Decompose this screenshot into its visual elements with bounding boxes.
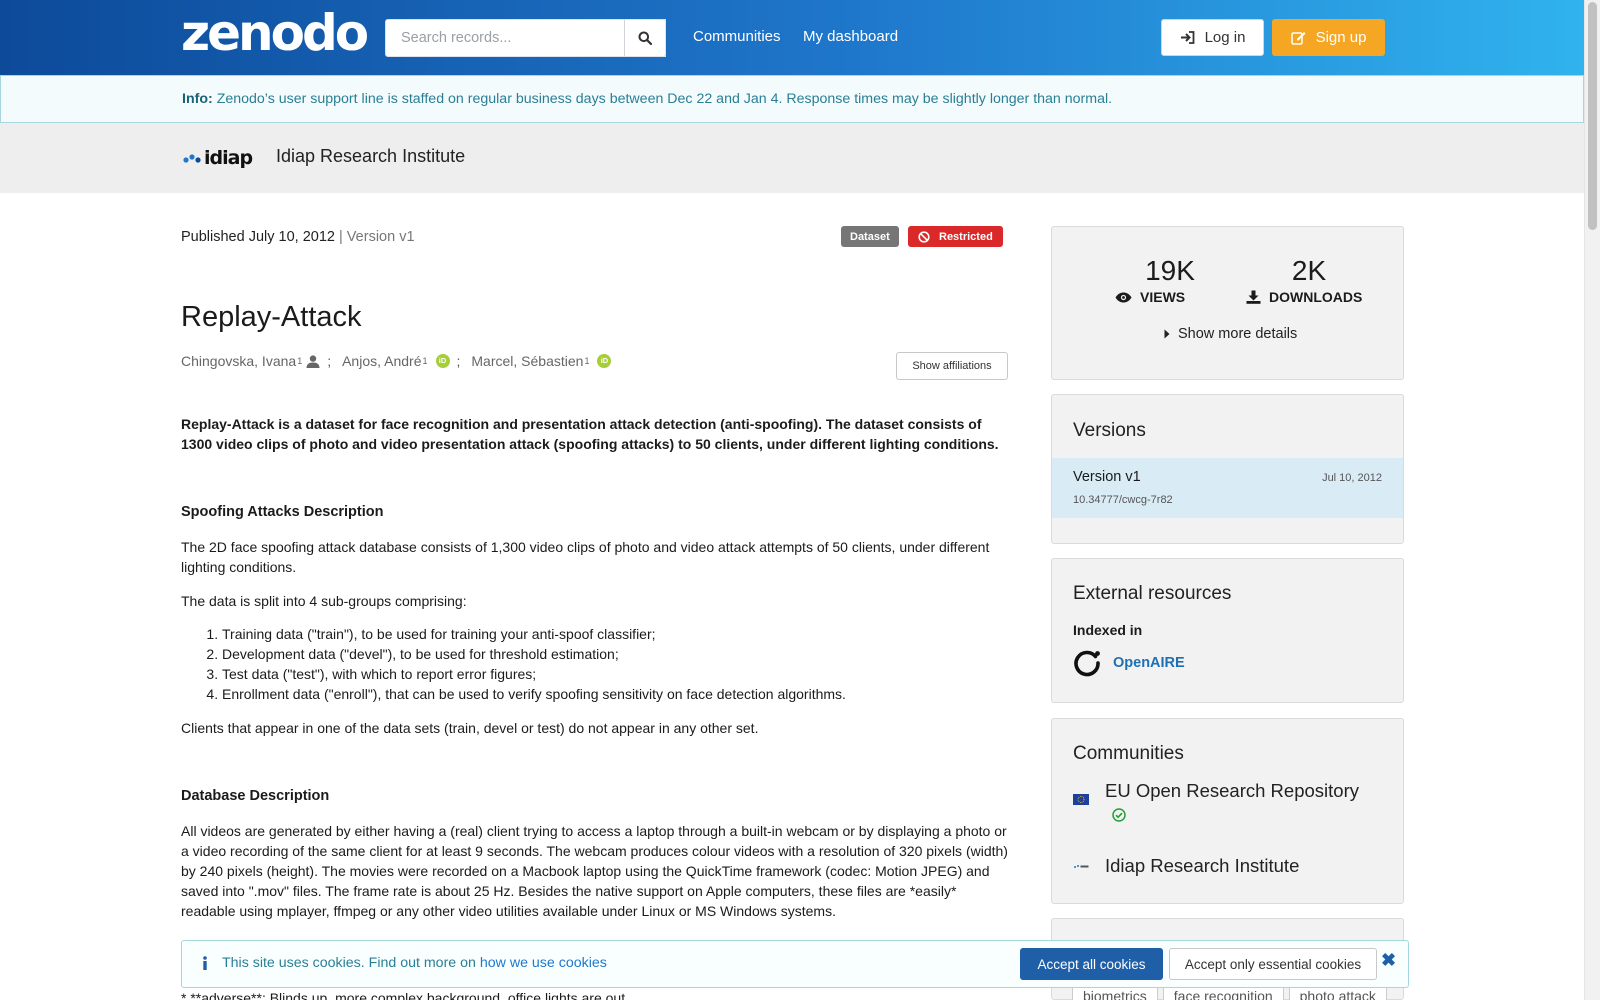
communities-panel: Communities EU Open Research Repository … (1051, 718, 1404, 904)
community-item[interactable]: EU Open Research Repository (1073, 779, 1359, 825)
record-title: Replay-Attack (181, 301, 362, 333)
show-more-label: Show more details (1178, 326, 1298, 342)
published-date: Published July 10, 2012 (181, 229, 335, 245)
external-resources-title: External resources (1073, 583, 1232, 604)
downloads-count: 2K (1291, 255, 1327, 286)
creator-name[interactable]: Anjos, André (342, 353, 421, 369)
ban-icon (918, 230, 930, 243)
views-count: 19K (1145, 255, 1195, 286)
community-name[interactable]: Idiap Research Institute (1105, 854, 1299, 878)
version-doi: 10.34777/cwcg-7r82 (1073, 494, 1173, 506)
version-date: Jul 10, 2012 (1322, 472, 1382, 484)
views-label-text: VIEWS (1140, 289, 1186, 305)
affiliation-number: 1 (584, 356, 590, 366)
eye-icon (1115, 292, 1132, 302)
user-icon (306, 354, 320, 368)
list-item: Development data ("devel"), to be used f… (222, 644, 846, 664)
signup-label: Sign up (1315, 29, 1367, 46)
show-more-details[interactable]: Show more details (1164, 326, 1297, 342)
version-item[interactable]: Version v1 Jul 10, 2012 10.34777/cwcg-7r… (1052, 458, 1403, 518)
accept-all-cookies-button[interactable]: Accept all cookies (1020, 948, 1163, 980)
list-item: Training data ("train"), to be used for … (222, 624, 846, 644)
community-name[interactable]: EU Open Research Repository (1105, 779, 1359, 803)
search-button[interactable] (624, 19, 666, 57)
cookie-message: This site uses cookies. Find out more on… (202, 955, 607, 971)
cookie-text: This site uses cookies. Find out more on (222, 955, 476, 971)
section-heading: Database Description (181, 788, 330, 804)
description-paragraph: Clients that appear in one of the data s… (181, 720, 759, 736)
zenodo-logo[interactable]: zenodo (181, 8, 369, 58)
version-name[interactable]: Version v1 (1073, 469, 1141, 485)
versions-title: Versions (1073, 420, 1146, 441)
login-label: Log in (1204, 29, 1246, 46)
idiap-logo-text: idiap (204, 147, 252, 169)
info-icon (203, 956, 207, 970)
orcid-icon[interactable]: iD (435, 354, 450, 368)
versions-panel: Versions Version v1 Jul 10, 2012 10.3477… (1051, 394, 1404, 544)
download-icon (1246, 290, 1261, 304)
community-item[interactable]: Idiap Research Institute (1073, 854, 1299, 878)
access-badge: Restricted (908, 226, 1003, 247)
orcid-icon[interactable]: iD (597, 354, 612, 368)
accept-essential-cookies-button[interactable]: Accept only essential cookies (1169, 948, 1377, 980)
affiliation-number: 1 (297, 356, 303, 366)
external-resources-panel: External resources Indexed in OpenAIRE (1051, 558, 1404, 703)
nav-communities[interactable]: Communities (693, 28, 781, 45)
creator-name[interactable]: Marcel, Sébastien (471, 353, 583, 369)
openaire-icon (1074, 650, 1100, 677)
stats-panel: 19K VIEWS 2K DOWNLOADS Show more details (1051, 226, 1404, 380)
search-icon (638, 31, 652, 45)
abstract: Replay-Attack is a dataset for face reco… (181, 416, 999, 452)
eu-flag-icon (1073, 794, 1089, 805)
openaire-link[interactable]: OpenAIRE (1073, 649, 1185, 677)
publication-info: Published July 10, 2012 | Version v1 (181, 229, 415, 245)
communities-title: Communities (1073, 743, 1184, 764)
creator-name[interactable]: Chingovska, Ivana (181, 353, 296, 369)
access-label: Restricted (939, 230, 993, 243)
section-heading: Spoofing Attacks Description (181, 504, 384, 520)
resource-type-badge: Dataset (841, 226, 899, 247)
scrollbar-thumb[interactable] (1588, 2, 1597, 230)
description-paragraph: The data is split into 4 sub-groups comp… (181, 593, 467, 609)
creators-list: Chingovska, Ivana 1 ; Anjos, André 1 iD ; … (181, 353, 612, 369)
downloads-label-text: DOWNLOADS (1269, 289, 1363, 305)
downloads-label: DOWNLOADS (1246, 289, 1362, 305)
idiap-logo[interactable]: idiap (182, 145, 262, 169)
signup-button[interactable]: Sign up (1272, 19, 1385, 56)
close-icon[interactable]: ✖ (1381, 951, 1396, 969)
cookie-banner: This site uses cookies. Find out more on… (181, 940, 1409, 988)
info-prefix: Info: (182, 91, 213, 107)
list-item: Enrollment data ("enroll"), that can be … (222, 684, 846, 704)
caret-right-icon (1164, 329, 1170, 339)
description-paragraph: All videos are generated by either havin… (181, 823, 1008, 919)
show-affiliations-button[interactable]: Show affiliations (896, 352, 1008, 380)
description-paragraph: The 2D face spoofing attack database con… (181, 539, 990, 575)
edit-icon (1290, 31, 1306, 45)
openaire-label: OpenAIRE (1113, 655, 1185, 671)
affiliation-number: 1 (422, 356, 428, 366)
version-label: | Version v1 (339, 229, 415, 245)
top-navbar: zenodo Communities My dashboard Log in S… (0, 0, 1584, 75)
sign-in-icon (1180, 31, 1194, 44)
subgroups-list: Training data ("train"), to be used for … (203, 624, 846, 704)
info-message: Zenodo’s user support line is staffed on… (216, 91, 1113, 107)
cookie-policy-link[interactable]: how we use cookies (480, 955, 607, 971)
login-button[interactable]: Log in (1161, 19, 1264, 56)
views-label: VIEWS (1115, 289, 1185, 305)
info-banner: Info: Zenodo’s user support line is staf… (0, 75, 1584, 123)
check-circle-icon (1112, 808, 1126, 822)
idiap-small-logo (1074, 865, 1089, 868)
community-title[interactable]: Idiap Research Institute (276, 146, 465, 167)
nav-my-dashboard[interactable]: My dashboard (803, 28, 898, 45)
description-partial-line: * **adverse**: Blinds up, more complex b… (181, 990, 626, 1000)
list-item: Test data ("test"), with which to report… (222, 664, 846, 684)
indexed-in-label: Indexed in (1073, 622, 1143, 638)
